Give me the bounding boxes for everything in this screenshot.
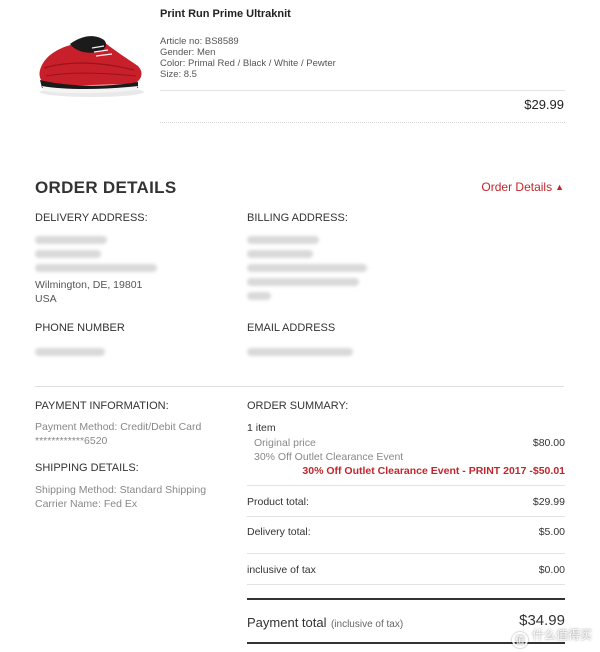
original-price-value: $80.00	[532, 437, 565, 449]
item-count: 1 item	[247, 422, 565, 434]
product-size: Size: 8.5	[160, 69, 197, 80]
phone-label: PHONE NUMBER	[35, 322, 125, 334]
watermark: 值什么值得买	[511, 626, 592, 648]
payment-method: Payment Method: Credit/Debit Card	[35, 421, 202, 433]
promo-discount: 30% Off Outlet Clearance Event - PRINT 2…	[302, 465, 565, 477]
tax-row: inclusive of tax $0.00	[247, 564, 565, 576]
outlet-event-label: 30% Off Outlet Clearance Event	[254, 451, 404, 463]
total-divider	[247, 598, 565, 600]
product-info: Print Run Prime Ultraknit Article no: BS…	[160, 8, 565, 80]
product-color: Color: Primal Red / Black / White / Pewt…	[160, 58, 336, 69]
divider	[247, 485, 565, 486]
chevron-up-icon: ▲	[555, 182, 564, 192]
redacted-name	[35, 236, 107, 244]
delivery-city: Wilmington, DE, 19801	[35, 279, 143, 291]
delivery-address-label: DELIVERY ADDRESS:	[35, 212, 148, 224]
zhi-logo-icon: 值	[511, 632, 528, 648]
shipping-label: SHIPPING DETAILS:	[35, 462, 139, 474]
delivery-address: DELIVERY ADDRESS: Wilmington, DE, 19801 …	[35, 212, 235, 306]
watermark-text: 什么值得买	[531, 628, 592, 642]
payment-label: PAYMENT INFORMATION:	[35, 400, 169, 412]
product-gender: Gender: Men	[160, 47, 216, 58]
redacted-city	[247, 278, 359, 286]
payment-total-sub: (inclusive of tax)	[330, 619, 404, 630]
product-line-item: Print Run Prime Ultraknit Article no: BS…	[0, 0, 600, 140]
shipping-method: Shipping Method: Standard Shipping	[35, 484, 207, 496]
redacted-street-2	[35, 264, 157, 272]
item-count-label: 1 item	[247, 422, 276, 434]
payment-information: PAYMENT INFORMATION: Payment Method: Cre…	[35, 400, 240, 448]
payment-total-label: Payment total	[247, 615, 327, 630]
delivery-total-row: Delivery total: $5.00	[247, 526, 565, 538]
product-total-value: $29.99	[532, 496, 565, 508]
redacted-street	[247, 250, 313, 258]
product-total-label: Product total:	[247, 496, 309, 508]
email-section: EMAIL ADDRESS	[247, 322, 447, 362]
delivery-total-label: Delivery total:	[247, 526, 311, 538]
card-number: ************6520	[35, 435, 108, 447]
billing-address: BILLING ADDRESS:	[247, 212, 447, 306]
tax-value: $0.00	[538, 564, 565, 576]
shoe-image[interactable]	[34, 26, 146, 100]
divider	[160, 90, 565, 91]
divider	[247, 516, 565, 517]
original-price-row: Original price $80.00	[247, 437, 565, 449]
divider	[160, 122, 565, 123]
section-divider	[35, 386, 564, 387]
outlet-event-row: 30% Off Outlet Clearance Event	[247, 451, 565, 463]
product-total-row: Product total: $29.99	[247, 496, 565, 508]
shipping-details: SHIPPING DETAILS: Shipping Method: Stand…	[35, 462, 240, 511]
delivery-total-value: $5.00	[538, 526, 565, 538]
order-summary-label: ORDER SUMMARY:	[247, 400, 349, 412]
product-name[interactable]: Print Run Prime Ultraknit	[160, 8, 565, 20]
product-price: $29.99	[524, 97, 564, 112]
order-details-toggle[interactable]: Order Details ▲	[481, 180, 564, 194]
divider	[247, 584, 565, 585]
redacted-street	[35, 250, 101, 258]
redacted-name	[247, 236, 319, 244]
order-details-title: ORDER DETAILS	[35, 178, 177, 197]
product-article: Article no: BS8589	[160, 36, 239, 47]
redacted-country	[247, 292, 271, 300]
delivery-country: USA	[35, 293, 57, 305]
divider	[247, 553, 565, 554]
redacted-phone	[35, 348, 105, 356]
original-price-label: Original price	[254, 437, 316, 449]
phone-section: PHONE NUMBER	[35, 322, 235, 362]
redacted-email	[247, 348, 353, 356]
email-label: EMAIL ADDRESS	[247, 322, 336, 334]
order-details-toggle-label: Order Details	[481, 180, 553, 194]
redacted-street-2	[247, 264, 367, 272]
billing-address-label: BILLING ADDRESS:	[247, 212, 348, 224]
carrier-name: Carrier Name: Fed Ex	[35, 498, 138, 510]
tax-label: inclusive of tax	[247, 564, 316, 576]
